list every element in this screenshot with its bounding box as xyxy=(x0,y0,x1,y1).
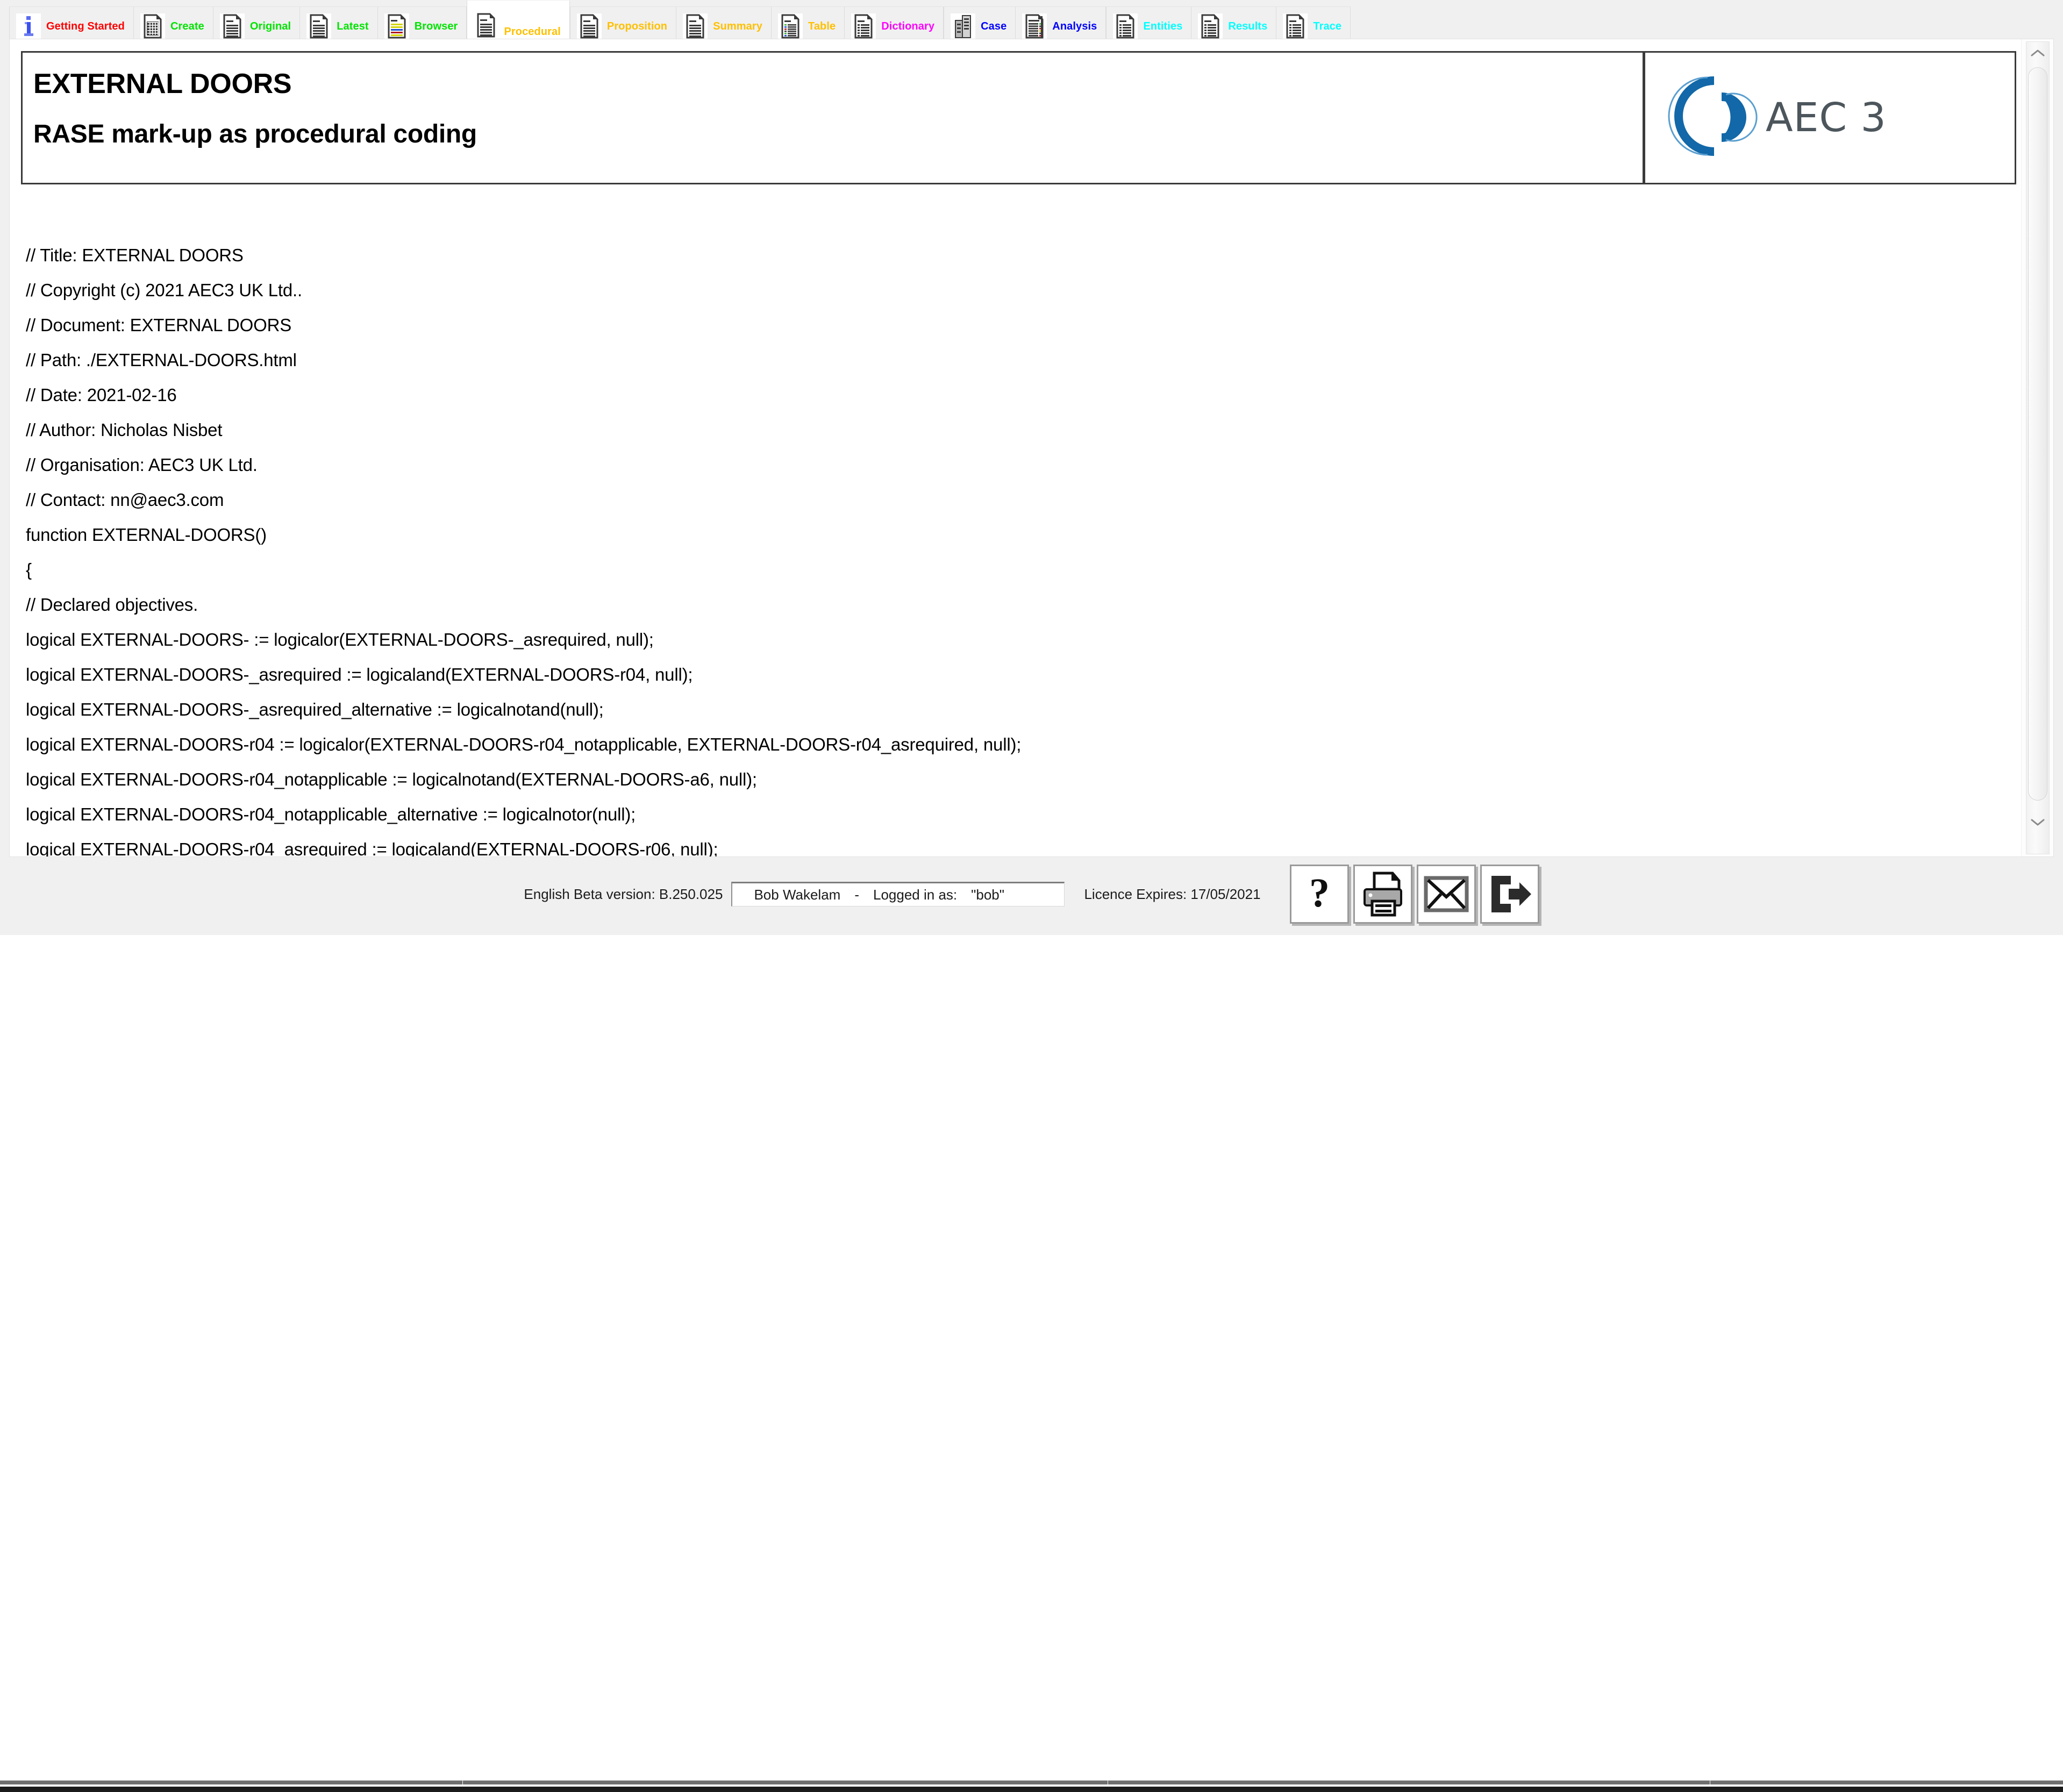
logged-in-label: Logged in as: xyxy=(873,886,958,903)
envelope-icon xyxy=(1424,875,1469,913)
code-line: logical EXTERNAL-DOORS-_asrequired := lo… xyxy=(26,665,693,684)
code-line: logical EXTERNAL-DOORS-_asrequired_alter… xyxy=(26,699,604,719)
print-button[interactable] xyxy=(1353,865,1412,924)
logo-cell: AEC 3 xyxy=(1644,51,2016,184)
document-lines-icon xyxy=(683,13,708,39)
tab-label: Proposition xyxy=(606,20,668,32)
footer-button-group: ? xyxy=(1289,865,1539,924)
footer-divider-lower xyxy=(0,1787,2063,1792)
tab-label: Summary xyxy=(713,20,762,32)
code-line: logical EXTERNAL-DOORS-r04 := logicalor(… xyxy=(26,734,1022,754)
tab-label: Results xyxy=(1228,20,1268,32)
chevron-down-icon[interactable] xyxy=(2026,810,2050,834)
application-window: Getting Started Create Original Latest Brows… xyxy=(0,0,2063,1792)
document-lines-icon xyxy=(219,13,245,39)
logo-wordmark: AEC 3 xyxy=(1766,95,1887,141)
code-line: // Author: Nicholas Nisbet xyxy=(26,420,223,440)
document-grid-icon xyxy=(140,13,165,39)
tab-label: Entities xyxy=(1143,20,1183,32)
document-lines-icon xyxy=(306,13,332,39)
tab-label: Table xyxy=(808,20,836,32)
code-line: // Title: EXTERNAL DOORS xyxy=(26,245,244,265)
tab-label: Latest xyxy=(337,20,369,32)
tab-label: Getting Started xyxy=(46,20,125,32)
code-line: { xyxy=(26,560,32,580)
code-line: // Organisation: AEC3 UK Ltd. xyxy=(26,455,258,475)
chevron-up-icon[interactable] xyxy=(2026,41,2050,65)
footer-bar: English Beta version: B.250.025 Bob Wake… xyxy=(0,857,2063,1792)
scrollbar-thumb[interactable] xyxy=(2028,67,2047,801)
tab-label: Procedural xyxy=(504,26,561,38)
document-header-table: EXTERNAL DOORS RASE mark-up as procedura… xyxy=(21,51,2016,184)
code-line: logical EXTERNAL-DOORS-r04_notapplicable… xyxy=(26,804,636,824)
document-table-icon xyxy=(778,13,803,39)
tab-label: Dictionary xyxy=(881,20,935,32)
status-group: English Beta version: B.250.025 Bob Wake… xyxy=(524,882,1289,906)
info-icon xyxy=(16,13,41,39)
document-lines-icon xyxy=(474,12,499,38)
document-list-icon xyxy=(1198,13,1223,39)
svg-text:?: ? xyxy=(1309,871,1330,916)
document-analysis-icon xyxy=(1022,13,1047,39)
aec3-logo: AEC 3 xyxy=(1661,71,1887,165)
tab-label: Original xyxy=(249,20,291,32)
tab-label: Create xyxy=(170,20,204,32)
document-content: EXTERNAL DOORS RASE mark-up as procedura… xyxy=(10,39,2021,856)
code-line: logical EXTERNAL-DOORS- := logicalor(EXT… xyxy=(26,630,654,649)
building-icon xyxy=(951,13,976,39)
code-line: // Document: EXTERNAL DOORS xyxy=(26,315,292,335)
aec3-swirl-icon xyxy=(1661,71,1764,165)
code-line: // Contact: nn@aec3.com xyxy=(26,490,224,510)
footer-content: English Beta version: B.250.025 Bob Wake… xyxy=(0,857,2063,931)
code-line: // Declared objectives. xyxy=(26,595,198,615)
help-button[interactable]: ? xyxy=(1289,865,1349,924)
code-line: function EXTERNAL-DOORS() xyxy=(26,525,267,545)
code-line: // Path: ./EXTERNAL-DOORS.html xyxy=(26,350,297,370)
document-color-lines-icon xyxy=(384,13,409,39)
code-line: // Date: 2021-02-16 xyxy=(26,385,177,405)
footer-divider-tick xyxy=(462,1780,463,1784)
tab-label: Browser xyxy=(414,20,458,32)
document-pane: EXTERNAL DOORS RASE mark-up as procedura… xyxy=(9,39,2054,857)
version-label: English Beta version: B.250.025 xyxy=(524,886,723,902)
page-title: EXTERNAL DOORS xyxy=(33,68,292,99)
code-line: logical EXTERNAL-DOORS-r04_notapplicable… xyxy=(26,769,757,789)
tab-label: Case xyxy=(981,20,1007,32)
licence-expiry-label: Licence Expires: 17/05/2021 xyxy=(1084,886,1261,902)
question-mark-icon: ? xyxy=(1300,871,1339,917)
vertical-scrollbar[interactable] xyxy=(2021,39,2053,856)
logged-in-user: "bob" xyxy=(971,886,1004,903)
code-line: // Copyright (c) 2021 AEC3 UK Ltd.. xyxy=(26,280,302,300)
document-list-icon xyxy=(1283,13,1308,39)
page-subtitle: RASE mark-up as procedural coding xyxy=(33,120,477,149)
document-list-icon xyxy=(851,13,876,39)
tab-label: Trace xyxy=(1313,20,1342,32)
user-name: Bob Wakelam xyxy=(754,886,841,903)
document-lines-icon xyxy=(576,13,602,39)
email-button[interactable] xyxy=(1416,865,1476,924)
procedural-code-listing: // Title: EXTERNAL DOORS // Copyright (c)… xyxy=(26,246,2010,856)
printer-icon xyxy=(1360,871,1405,917)
document-list-icon xyxy=(1113,13,1138,39)
footer-divider-upper xyxy=(0,1780,2063,1784)
logout-button[interactable] xyxy=(1480,865,1539,924)
document-title-cell: EXTERNAL DOORS RASE mark-up as procedura… xyxy=(21,51,1644,184)
login-separator: - xyxy=(854,886,859,903)
code-line: logical EXTERNAL-DOORS-r04_asrequired :=… xyxy=(26,839,718,856)
login-status-field: Bob Wakelam - Logged in as: "bob" xyxy=(731,882,1065,906)
exit-arrow-icon xyxy=(1487,873,1532,916)
tab-label: Analysis xyxy=(1052,20,1097,32)
